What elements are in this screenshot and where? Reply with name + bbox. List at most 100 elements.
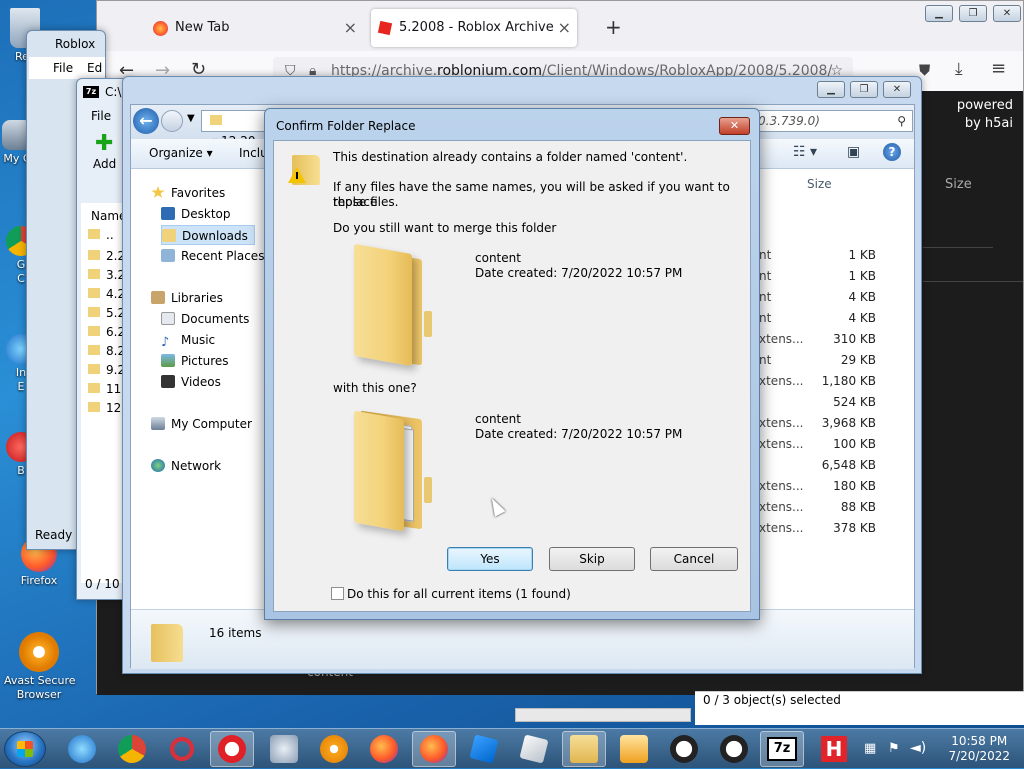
windows-logo-icon: [17, 741, 33, 757]
explorer-minimize-button[interactable]: ▁: [817, 81, 845, 98]
source-folder-name: content: [475, 251, 521, 265]
taskbar-pekora[interactable]: [662, 731, 706, 767]
7zip-icon: 7z: [767, 737, 797, 761]
tab-label: New Tab: [175, 20, 230, 35]
firefox-close-button[interactable]: ✕: [993, 5, 1021, 22]
menu-file[interactable]: File: [91, 109, 111, 123]
desktop-icon-avast-secure-browser[interactable]: Avast Secure Browser: [4, 632, 76, 702]
firefox-tab-strip: New Tab × 5.2008 - Roblox Archive > Clie…: [97, 1, 1023, 51]
clock-date: 7/20/2022: [948, 749, 1010, 763]
avast-secure-browser-icon: [19, 632, 59, 672]
firefox-minimize-button[interactable]: ▁: [925, 5, 953, 22]
menu-edit[interactable]: Ed: [87, 61, 102, 75]
view-options-icon[interactable]: ☷ ▾: [793, 144, 817, 160]
nav-item-downloads[interactable]: Downloads: [161, 225, 255, 245]
7zip-window-title: C:\: [105, 85, 122, 99]
volume-tray-icon[interactable]: ◄): [910, 740, 926, 756]
size-column-header[interactable]: Size: [807, 177, 832, 191]
tab-close-icon[interactable]: ×: [344, 9, 357, 47]
address-bar[interactable]: « 12.20: [201, 110, 271, 148]
mouse-cursor: [486, 495, 506, 517]
nav-item-desktop[interactable]: Desktop: [161, 204, 231, 224]
system-tray: ▦ ⚑ ◄) 10:58 PM 7/20/2022: [854, 729, 1024, 769]
roblox-status: Ready: [35, 528, 73, 542]
7zip-window-icon: 7z: [83, 86, 99, 98]
menu-file[interactable]: File: [53, 61, 73, 75]
desktop-icon-label: Avast Secure Browser: [4, 674, 76, 701]
organize-button[interactable]: Organize ▾: [149, 146, 213, 160]
preview-pane-icon[interactable]: ▣: [847, 144, 860, 160]
downloads-folder-icon: [162, 229, 176, 242]
opera-icon: [168, 735, 196, 763]
taskbar-h-app[interactable]: H: [812, 731, 856, 767]
dialog-close-button[interactable]: ✕: [719, 117, 750, 135]
taskbar-explorer[interactable]: [562, 731, 606, 767]
folder-icon: [88, 269, 100, 279]
help-icon[interactable]: ?: [883, 143, 901, 161]
taskbar-7zip[interactable]: 7z: [760, 731, 804, 767]
taskbar-avast-browser[interactable]: [312, 731, 356, 767]
pocket-icon[interactable]: ⛊: [919, 61, 930, 79]
taskbar-roblox-studio[interactable]: [462, 731, 506, 767]
apply-to-all-checkbox[interactable]: [331, 587, 344, 600]
taskbar-firefox-active[interactable]: [412, 731, 456, 767]
downloads-icon[interactable]: ⤓: [955, 59, 963, 79]
tab-roblox-archive[interactable]: 5.2008 - Roblox Archive > Client ×: [371, 9, 577, 47]
menu-icon[interactable]: ≡: [991, 58, 1006, 79]
tab-label: 5.2008 - Roblox Archive > Client: [399, 20, 557, 35]
folder-icon: [570, 735, 598, 763]
firefox-maximize-button[interactable]: ❐: [959, 5, 987, 22]
with-this-one-label: with this one?: [333, 381, 417, 395]
explorer-maximize-button[interactable]: ❐: [850, 81, 878, 98]
clock[interactable]: 10:58 PM 7/20/2022: [948, 734, 1010, 764]
forward-arrow-icon[interactable]: [161, 110, 183, 132]
taskbar-media-app[interactable]: [612, 731, 656, 767]
desktop-icon-label: Firefox: [20, 574, 58, 587]
taskbar-media-player[interactable]: [262, 731, 306, 767]
horizontal-scrollbar[interactable]: [515, 708, 691, 722]
folder-icon: [88, 307, 100, 317]
taskbar-pekora-2[interactable]: [712, 731, 756, 767]
taskbar-roblox[interactable]: [512, 731, 556, 767]
skip-button[interactable]: Skip: [549, 547, 635, 571]
firefox-tab-icon: [153, 21, 168, 36]
folder-icon: [88, 402, 100, 412]
add-label: Add: [93, 157, 117, 171]
target-folder-name: content: [475, 412, 521, 426]
nav-item-favorites[interactable]: Favorites: [151, 183, 225, 203]
powered-by-text: powered by h5ai: [956, 98, 1013, 131]
pekora-icon: [670, 735, 698, 763]
firefox-icon: [370, 735, 398, 763]
source-folder-icon: [354, 243, 434, 367]
taskbar-opera[interactable]: [210, 731, 254, 767]
tab-new-tab[interactable]: New Tab ×: [147, 9, 363, 47]
roblox-window-title: Roblox: [55, 37, 96, 51]
clock-time: 10:58 PM: [951, 734, 1008, 748]
roblox-menu-bar: File Ed: [29, 57, 105, 79]
yes-button[interactable]: Yes: [447, 547, 533, 571]
search-box[interactable]: 0.3.739.0) ⚲: [757, 110, 913, 132]
add-icon[interactable]: ✚: [95, 131, 113, 156]
desktop-icon-label: G C: [16, 258, 26, 285]
internet-explorer-icon: [68, 735, 96, 763]
tab-close-icon[interactable]: ×: [558, 9, 571, 47]
source-folder-date: Date created: 7/20/2022 10:57 PM: [475, 266, 683, 280]
page-size-header: Size: [945, 177, 972, 192]
avast-secure-browser-icon: [320, 735, 348, 763]
apply-to-all-label: Do this for all current items (1 found): [347, 587, 571, 601]
new-tab-button[interactable]: +: [605, 15, 622, 39]
taskbar: 7z H ▦ ⚑ ◄) 10:58 PM 7/20/2022: [0, 728, 1024, 768]
taskbar-opera-gx[interactable]: [160, 731, 204, 767]
taskbar-firefox[interactable]: [362, 731, 406, 767]
taskbar-internet-explorer[interactable]: [60, 731, 104, 767]
network-tray-icon[interactable]: ▦: [864, 741, 876, 756]
taskbar-chrome[interactable]: [110, 731, 154, 767]
start-button[interactable]: [4, 731, 46, 767]
folder-icon: [88, 383, 100, 393]
flag-tray-icon[interactable]: ⚑: [888, 741, 900, 756]
chevron-down-icon[interactable]: ▼: [187, 113, 195, 124]
star-icon: [151, 186, 165, 198]
cancel-button[interactable]: Cancel: [650, 547, 738, 571]
explorer-close-button[interactable]: ✕: [883, 81, 911, 98]
back-arrow-icon[interactable]: ←: [133, 108, 159, 134]
